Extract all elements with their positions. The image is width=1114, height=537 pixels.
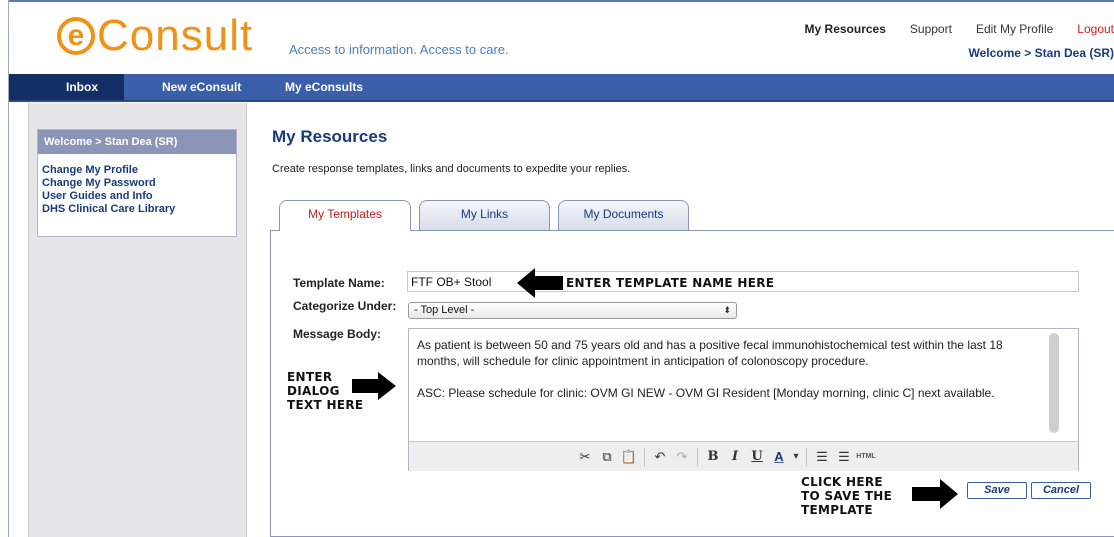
- annotation-line: CLICK HERE: [801, 475, 883, 489]
- font-color-dropdown-icon[interactable]: ▾: [791, 448, 801, 466]
- annotation-line: TEXT HERE: [287, 398, 364, 412]
- support-link[interactable]: Support: [910, 22, 952, 36]
- select-arrows-icon: ⬍: [723, 305, 731, 315]
- copy-icon[interactable]: ⧉: [597, 448, 617, 466]
- font-color-icon[interactable]: A: [769, 448, 789, 466]
- arrow-right-icon: [912, 479, 958, 509]
- message-paragraph: ASC: Please schedule for clinic: OVM GI …: [417, 386, 995, 400]
- cancel-button[interactable]: Cancel: [1031, 482, 1091, 499]
- tab-my-documents[interactable]: My Documents: [558, 200, 689, 230]
- bullet-list-icon[interactable]: ☰: [812, 448, 832, 466]
- italic-icon[interactable]: I: [725, 448, 745, 466]
- econsult-logo[interactable]: e Consult: [57, 11, 254, 60]
- nav-new-econsult[interactable]: New eConsult: [162, 74, 241, 100]
- page: e Consult Access to information. Access …: [0, 0, 1114, 537]
- arrow-left-icon: [517, 268, 563, 298]
- tagline: Access to information. Access to care.: [289, 42, 509, 57]
- sidebar: Welcome > Stan Dea (SR) Change My Profil…: [28, 103, 247, 537]
- annotation-click-save: CLICK HERE TO SAVE THE TEMPLATE: [801, 475, 911, 517]
- sidebar-link-user-guides[interactable]: User Guides and Info: [42, 190, 236, 203]
- message-body-editor[interactable]: As patient is between 50 and 75 years ol…: [408, 328, 1079, 471]
- undo-icon[interactable]: ↶: [650, 448, 670, 466]
- sidebar-heading: Welcome > Stan Dea (SR): [38, 130, 236, 154]
- message-paragraph: As patient is between 50 and 75 years ol…: [417, 338, 1003, 368]
- sidebar-panel: Welcome > Stan Dea (SR) Change My Profil…: [37, 129, 237, 237]
- nav-my-econsults[interactable]: My eConsults: [285, 74, 363, 100]
- page-description: Create response templates, links and doc…: [272, 163, 631, 175]
- sidebar-links: Change My Profile Change My Password Use…: [38, 154, 236, 216]
- bold-icon[interactable]: B: [703, 448, 723, 466]
- welcome-text: Welcome > Stan Dea (SR): [968, 46, 1114, 60]
- save-button[interactable]: Save: [967, 482, 1027, 499]
- paste-icon[interactable]: 📋: [619, 448, 639, 466]
- editor-scrollbar[interactable]: [1049, 333, 1059, 433]
- message-body-label: Message Body:: [293, 327, 382, 341]
- numbered-list-icon[interactable]: ☰: [834, 448, 854, 466]
- sidebar-link-change-profile[interactable]: Change My Profile: [42, 164, 236, 177]
- nav-inbox[interactable]: Inbox: [9, 74, 124, 100]
- edit-profile-link[interactable]: Edit My Profile: [976, 22, 1053, 36]
- logo-text: Consult: [97, 11, 254, 60]
- category-selected-value: - Top Level -: [414, 304, 475, 316]
- message-body-text[interactable]: As patient is between 50 and 75 years ol…: [417, 337, 1037, 417]
- annotation-enter-name: ENTER TEMPLATE NAME HERE: [566, 276, 775, 290]
- tab-my-templates[interactable]: My Templates: [279, 200, 411, 231]
- header: e Consult Access to information. Access …: [9, 2, 1114, 70]
- top-links: My Resources Support Edit My Profile Log…: [781, 22, 1114, 36]
- tab-my-links[interactable]: My Links: [419, 200, 550, 230]
- category-label: Categorize Under:: [293, 299, 397, 313]
- toolbar-buttons: ✂ ⧉ 📋 ↶ ↷ B I U A ▾ ☰ ☰ HTML: [574, 448, 877, 466]
- sidebar-link-clinical-library[interactable]: DHS Clinical Care Library: [42, 203, 236, 216]
- toolbar-divider: [644, 448, 645, 466]
- arrow-right-icon: [352, 372, 396, 400]
- editor-toolbar: ✂ ⧉ 📋 ↶ ↷ B I U A ▾ ☰ ☰ HTML: [409, 441, 1078, 471]
- main-nav: Inbox New eConsult My eConsults: [9, 74, 1114, 102]
- html-source-icon[interactable]: HTML: [856, 448, 876, 466]
- sidebar-link-change-password[interactable]: Change My Password: [42, 177, 236, 190]
- category-select[interactable]: - Top Level - ⬍: [408, 302, 737, 319]
- my-resources-link[interactable]: My Resources: [805, 22, 886, 36]
- logo-mark-icon: e: [57, 17, 95, 55]
- logout-link[interactable]: Logout: [1077, 22, 1114, 36]
- annotation-line: TO SAVE THE: [801, 489, 893, 503]
- underline-icon[interactable]: U: [747, 448, 767, 466]
- cut-icon[interactable]: ✂: [575, 448, 595, 466]
- page-title: My Resources: [272, 127, 388, 146]
- template-name-label: Template Name:: [293, 276, 385, 290]
- redo-icon[interactable]: ↷: [672, 448, 692, 466]
- toolbar-divider: [697, 448, 698, 466]
- annotation-line: TEMPLATE: [801, 503, 873, 517]
- toolbar-divider: [806, 448, 807, 466]
